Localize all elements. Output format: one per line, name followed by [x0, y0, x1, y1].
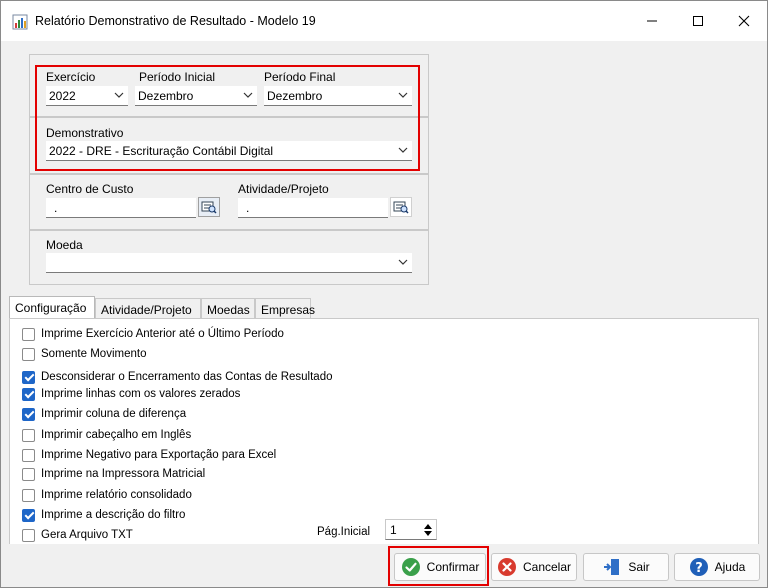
maximize-icon — [693, 16, 703, 26]
option-label: Desconsiderar o Encerramento das Contas … — [41, 371, 333, 383]
close-icon — [738, 15, 750, 27]
option-label: Imprimir cabeçalho em Inglês — [41, 429, 192, 441]
centro-custo-input[interactable]: . — [46, 198, 196, 218]
moeda-select[interactable] — [46, 253, 412, 273]
cancel-icon — [497, 558, 516, 576]
cancelar-label: Cancelar — [522, 560, 572, 574]
highlight-box-confirmar — [388, 546, 489, 586]
lookup-icon — [393, 201, 409, 214]
option-label: Imprime a descrição do filtro — [41, 509, 186, 521]
minimize-button[interactable] — [629, 1, 675, 41]
option-descricao-filtro[interactable]: Imprime a descrição do filtro — [22, 507, 185, 523]
option-label: Imprime linhas com os valores zerados — [41, 388, 241, 400]
atividade-projeto-label: Atividade/Projeto — [238, 182, 329, 196]
tab-configuracao[interactable]: Configuração — [9, 296, 95, 318]
chevron-down-icon — [398, 259, 408, 265]
option-label: Imprime na Impressora Matricial — [41, 468, 206, 480]
centro-custo-label: Centro de Custo — [46, 182, 134, 196]
moeda-label: Moeda — [46, 238, 83, 252]
exit-door-icon — [604, 559, 620, 575]
option-checkbox[interactable] — [22, 428, 35, 442]
option-checkbox[interactable] — [22, 488, 35, 502]
atividade-projeto-value: . — [246, 201, 250, 215]
option-checkbox-checked[interactable] — [22, 407, 35, 421]
option-label: Somente Movimento — [41, 348, 147, 360]
option-coluna-diferenca[interactable]: Imprimir coluna de diferença — [22, 406, 186, 422]
option-gera-arquivo-txt[interactable]: Gera Arquivo TXT — [22, 527, 133, 543]
centro-custo-lookup-button[interactable] — [198, 197, 220, 217]
option-checkbox-checked[interactable] — [22, 508, 35, 522]
svg-text:?: ? — [695, 561, 703, 576]
atividade-projeto-input[interactable]: . — [238, 198, 388, 218]
spin-up-icon[interactable] — [423, 522, 433, 530]
option-exercicio-anterior[interactable]: Imprime Exercício Anterior até o Último … — [22, 326, 284, 342]
help-icon: ? — [689, 558, 708, 576]
ajuda-button[interactable]: ? Ajuda — [674, 553, 760, 581]
title-bar: Relatório Demonstrativo de Resultado - M… — [1, 1, 767, 41]
option-desconsiderar-encerramento[interactable]: Desconsiderar o Encerramento das Contas … — [22, 369, 333, 385]
window-title: Relatório Demonstrativo de Resultado - M… — [35, 14, 316, 28]
tab-moedas[interactable]: Moedas — [201, 298, 255, 318]
atividade-projeto-lookup-button[interactable] — [390, 197, 412, 217]
highlight-box-filters — [35, 65, 420, 171]
spin-down-icon[interactable] — [423, 530, 433, 538]
option-label: Imprime relatório consolidado — [41, 489, 192, 501]
option-impressora-matricial[interactable]: Imprime na Impressora Matricial — [22, 466, 205, 482]
option-checkbox[interactable] — [22, 347, 35, 361]
option-checkbox[interactable] — [22, 528, 35, 542]
option-cabecalho-ingles[interactable]: Imprimir cabeçalho em Inglês — [22, 427, 191, 443]
option-linhas-zeradas[interactable]: Imprime linhas com os valores zerados — [22, 386, 240, 402]
option-checkbox[interactable] — [22, 327, 35, 341]
centro-custo-value: . — [54, 201, 58, 215]
minimize-icon — [647, 20, 657, 22]
maximize-button[interactable] — [675, 1, 721, 41]
pagina-inicial-label: Pág.Inicial — [317, 526, 371, 538]
sair-button[interactable]: Sair — [583, 553, 669, 581]
tab-empresas[interactable]: Empresas — [255, 298, 315, 318]
option-checkbox-checked[interactable] — [22, 387, 35, 401]
option-checkbox[interactable] — [22, 467, 35, 481]
pagina-inicial-value: 1 — [390, 523, 397, 537]
lookup-icon — [201, 201, 217, 214]
option-label: Imprime Exercício Anterior até o Último … — [41, 328, 284, 340]
tab-atividade-projeto[interactable]: Atividade/Projeto — [95, 298, 201, 318]
option-checkbox-checked[interactable] — [22, 370, 35, 384]
cancelar-button[interactable]: Cancelar — [491, 553, 577, 581]
option-checkbox[interactable] — [22, 448, 35, 462]
option-label: Imprimir coluna de diferença — [41, 408, 187, 420]
pagina-inicial-spinner[interactable]: 1 — [385, 519, 437, 540]
report-app-icon — [12, 14, 28, 30]
option-negativo-excel[interactable]: Imprime Negativo para Exportação para Ex… — [22, 447, 276, 463]
close-button[interactable] — [721, 1, 767, 41]
ajuda-label: Ajuda — [714, 560, 746, 574]
option-label: Imprime Negativo para Exportação para Ex… — [41, 449, 277, 461]
option-relatorio-consolidado[interactable]: Imprime relatório consolidado — [22, 487, 192, 503]
sair-label: Sair — [628, 560, 650, 574]
dialog-window: Relatório Demonstrativo de Resultado - M… — [0, 0, 768, 588]
option-somente-movimento[interactable]: Somente Movimento — [22, 346, 146, 362]
option-label: Gera Arquivo TXT — [41, 529, 133, 541]
